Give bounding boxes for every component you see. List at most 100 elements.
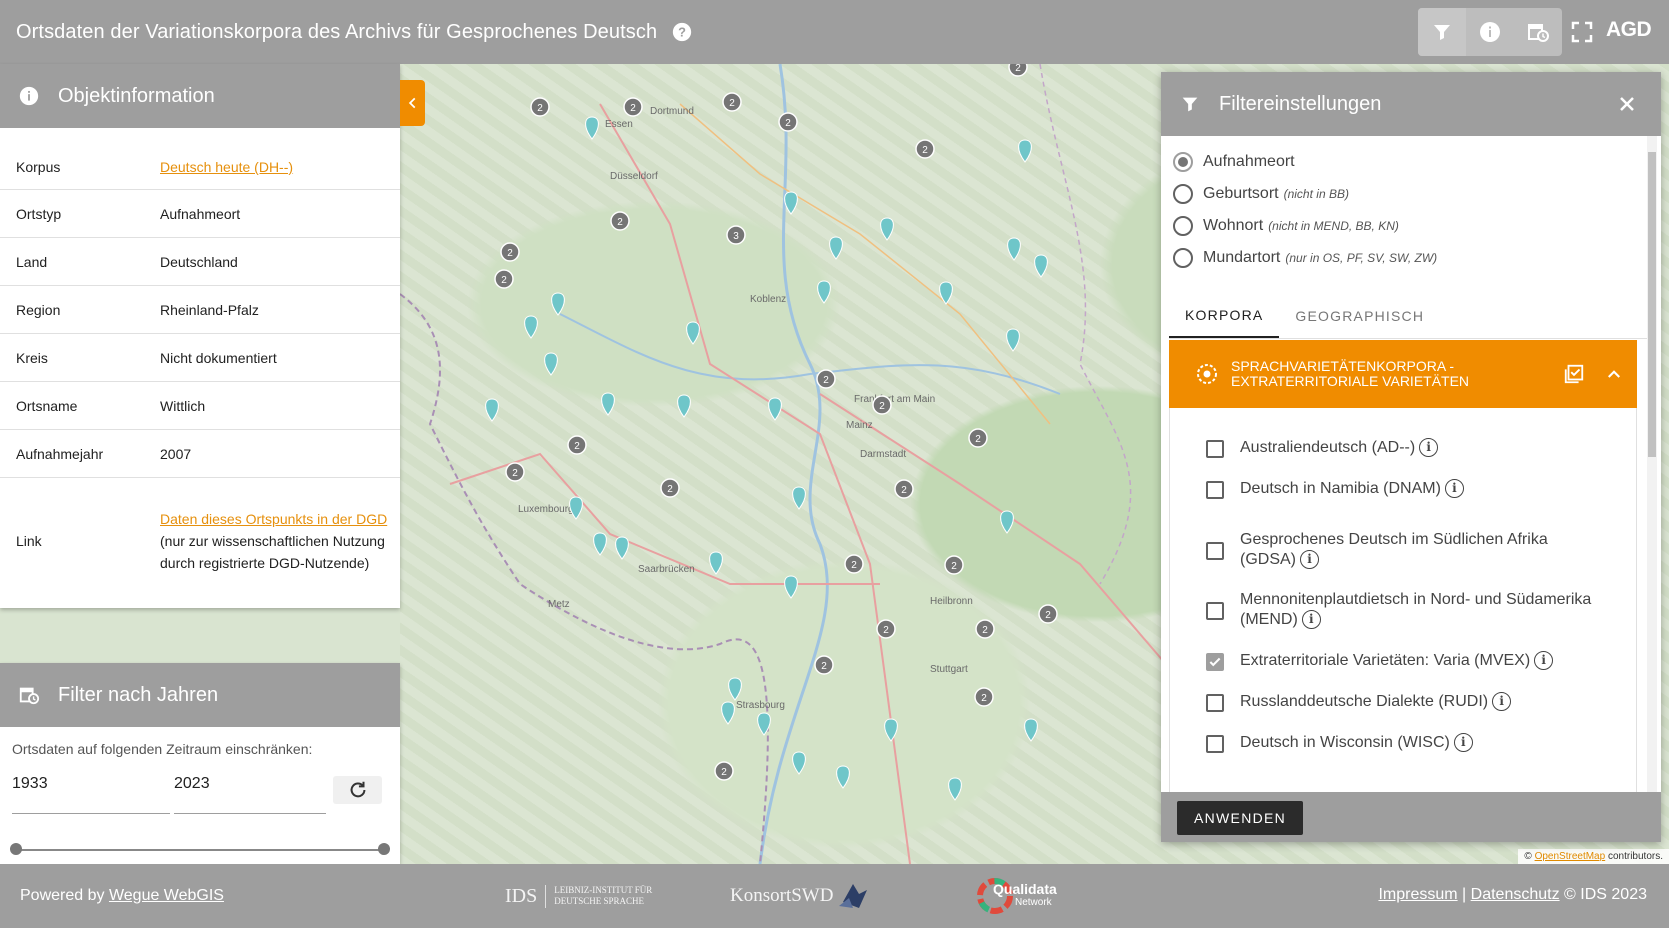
filter-toggle-button[interactable] [1418,8,1466,56]
cluster-marker[interactable]: 2 [660,478,680,498]
location-pin-icon[interactable] [524,315,538,339]
cluster-marker[interactable]: 2 [623,97,643,117]
location-pin-icon[interactable] [784,191,798,215]
cluster-marker[interactable]: 2 [915,139,935,159]
cluster-marker[interactable]: 2 [975,619,995,639]
collapse-panel-button[interactable] [400,80,425,126]
location-pin-icon[interactable] [948,777,962,801]
checkbox[interactable] [1206,440,1224,458]
location-pin-icon[interactable] [1007,237,1021,261]
radio-button[interactable] [1173,152,1193,172]
radio-wohnort[interactable]: Wohnort (nicht in MEND, BB, KN) [1161,210,1661,242]
radio-aufnahmeort[interactable]: Aufnahmeort [1161,146,1661,178]
cluster-marker[interactable]: 2 [876,619,896,639]
year-to-input[interactable]: 2023 [174,775,326,814]
slider-handle-start[interactable] [10,843,22,855]
location-pin-icon[interactable] [1024,718,1038,742]
checkbox[interactable] [1206,602,1224,620]
cluster-marker[interactable]: 2 [968,428,988,448]
cluster-marker[interactable]: 2 [610,211,630,231]
checkbox[interactable] [1206,481,1224,499]
select-all-icon[interactable] [1563,363,1585,385]
corpus-item-rudi[interactable]: Russlanddeutsche Dialekte (RUDI) i [1170,681,1636,722]
cluster-marker[interactable]: 2 [722,92,742,112]
radio-mundartort[interactable]: Mundartort (nur in OS, PF, SV, SW, ZW) [1161,242,1661,274]
corpus-group-header[interactable]: SPRACHVARIETÄTENKORPORA - EXTRATERRITORI… [1169,340,1637,408]
chevron-up-icon[interactable] [1605,365,1623,383]
location-pin-icon[interactable] [721,701,735,725]
cluster-marker[interactable]: 2 [505,462,525,482]
slider-handle-end[interactable] [378,843,390,855]
location-pin-icon[interactable] [1000,510,1014,534]
info-circle-icon[interactable]: i [1301,610,1321,630]
reset-years-button[interactable] [333,776,382,804]
cluster-marker[interactable]: 2 [530,97,550,117]
qualidata-logo[interactable]: Qualidata Network [975,878,1057,914]
location-pin-icon[interactable] [884,718,898,742]
radio-geburtsort[interactable]: Geburtsort (nicht in BB) [1161,178,1661,210]
cluster-marker[interactable]: 2 [816,369,836,389]
location-pin-icon[interactable] [768,397,782,421]
korpus-link[interactable]: Deutsch heute (DH--) [160,159,293,175]
corpus-item-dnam[interactable]: Deutsch in Namibia (DNAM) i [1170,479,1636,520]
cluster-marker[interactable]: 2 [714,761,734,781]
impressum-link[interactable]: Impressum [1378,886,1457,903]
datenschutz-link[interactable]: Datenschutz [1471,886,1560,903]
cluster-marker[interactable]: 2 [944,555,964,575]
year-filter-toggle-button[interactable] [1514,8,1562,56]
corpus-item-wisc[interactable]: Deutsch in Wisconsin (WISC) i [1170,722,1636,763]
location-pin-icon[interactable] [792,486,806,510]
location-pin-icon[interactable] [569,496,583,520]
info-toggle-button[interactable] [1466,8,1514,56]
checkbox[interactable] [1206,693,1224,712]
info-circle-icon[interactable]: i [1419,438,1439,458]
cluster-marker[interactable]: 2 [872,395,892,415]
cluster-marker[interactable]: 2 [844,554,864,574]
info-circle-icon[interactable]: i [1453,732,1473,752]
location-pin-icon[interactable] [939,281,953,305]
corpus-item-mend[interactable]: Mennonitenplautdietsch in Nord- und Süda… [1170,580,1636,640]
year-range-slider[interactable] [16,849,384,851]
cluster-marker[interactable]: 2 [814,655,834,675]
location-pin-icon[interactable] [686,321,700,345]
osm-link[interactable]: OpenStreetMap [1535,851,1606,862]
wegue-link[interactable]: Wegue WebGIS [109,887,224,904]
scrollbar-thumb[interactable] [1648,152,1656,457]
help-icon[interactable]: ? [671,21,693,43]
location-pin-icon[interactable] [792,751,806,775]
corpus-item-mvex[interactable]: Extraterritoriale Varietäten: Varia (MVE… [1170,640,1636,681]
cluster-marker[interactable]: 2 [778,112,798,132]
location-pin-icon[interactable] [677,394,691,418]
location-pin-icon[interactable] [593,532,607,556]
radio-button[interactable] [1173,184,1193,204]
close-icon[interactable] [1615,92,1639,116]
year-from-input[interactable]: 1933 [12,775,170,814]
location-pin-icon[interactable] [601,392,615,416]
corpus-item-gdsa[interactable]: Gesprochenes Deutsch im Südlichen Afrika… [1170,520,1636,580]
location-pin-icon[interactable] [585,116,599,140]
info-circle-icon[interactable]: i [1300,550,1319,570]
location-pin-icon[interactable] [1018,139,1032,163]
checkbox-checked[interactable] [1206,652,1224,671]
location-pin-icon[interactable] [880,217,894,241]
cluster-marker[interactable]: 2 [974,687,994,707]
cluster-marker[interactable]: 2 [1038,604,1058,624]
corpus-list[interactable]: Australiendeutsch (AD--) i Deutsch in Nam… [1169,408,1637,798]
apply-button[interactable]: ANWENDEN [1177,801,1304,835]
location-pin-icon[interactable] [1034,254,1048,278]
location-pin-icon[interactable] [728,677,742,701]
info-circle-icon[interactable]: i [1492,691,1512,711]
tab-geographisch[interactable]: GEOGRAPHISCH [1279,294,1440,338]
location-pin-icon[interactable] [817,280,831,304]
info-circle-icon[interactable]: i [1534,650,1554,670]
cluster-marker[interactable]: 2 [567,435,587,455]
cluster-marker[interactable]: 2 [494,269,514,289]
location-pin-icon[interactable] [615,536,629,560]
checkbox[interactable] [1206,542,1224,560]
dgd-data-link[interactable]: Daten dieses Ortspunkts in der DGD [160,511,387,527]
tab-korpora[interactable]: KORPORA [1169,294,1280,338]
corpus-item-ad[interactable]: Australiendeutsch (AD--) i [1170,438,1636,479]
info-circle-icon[interactable]: i [1444,479,1464,499]
ids-logo[interactable]: IDS LEIBNIZ-INSTITUT FÜR DEUTSCHE SPRACH… [505,878,664,914]
cluster-marker[interactable]: 3 [726,225,746,245]
